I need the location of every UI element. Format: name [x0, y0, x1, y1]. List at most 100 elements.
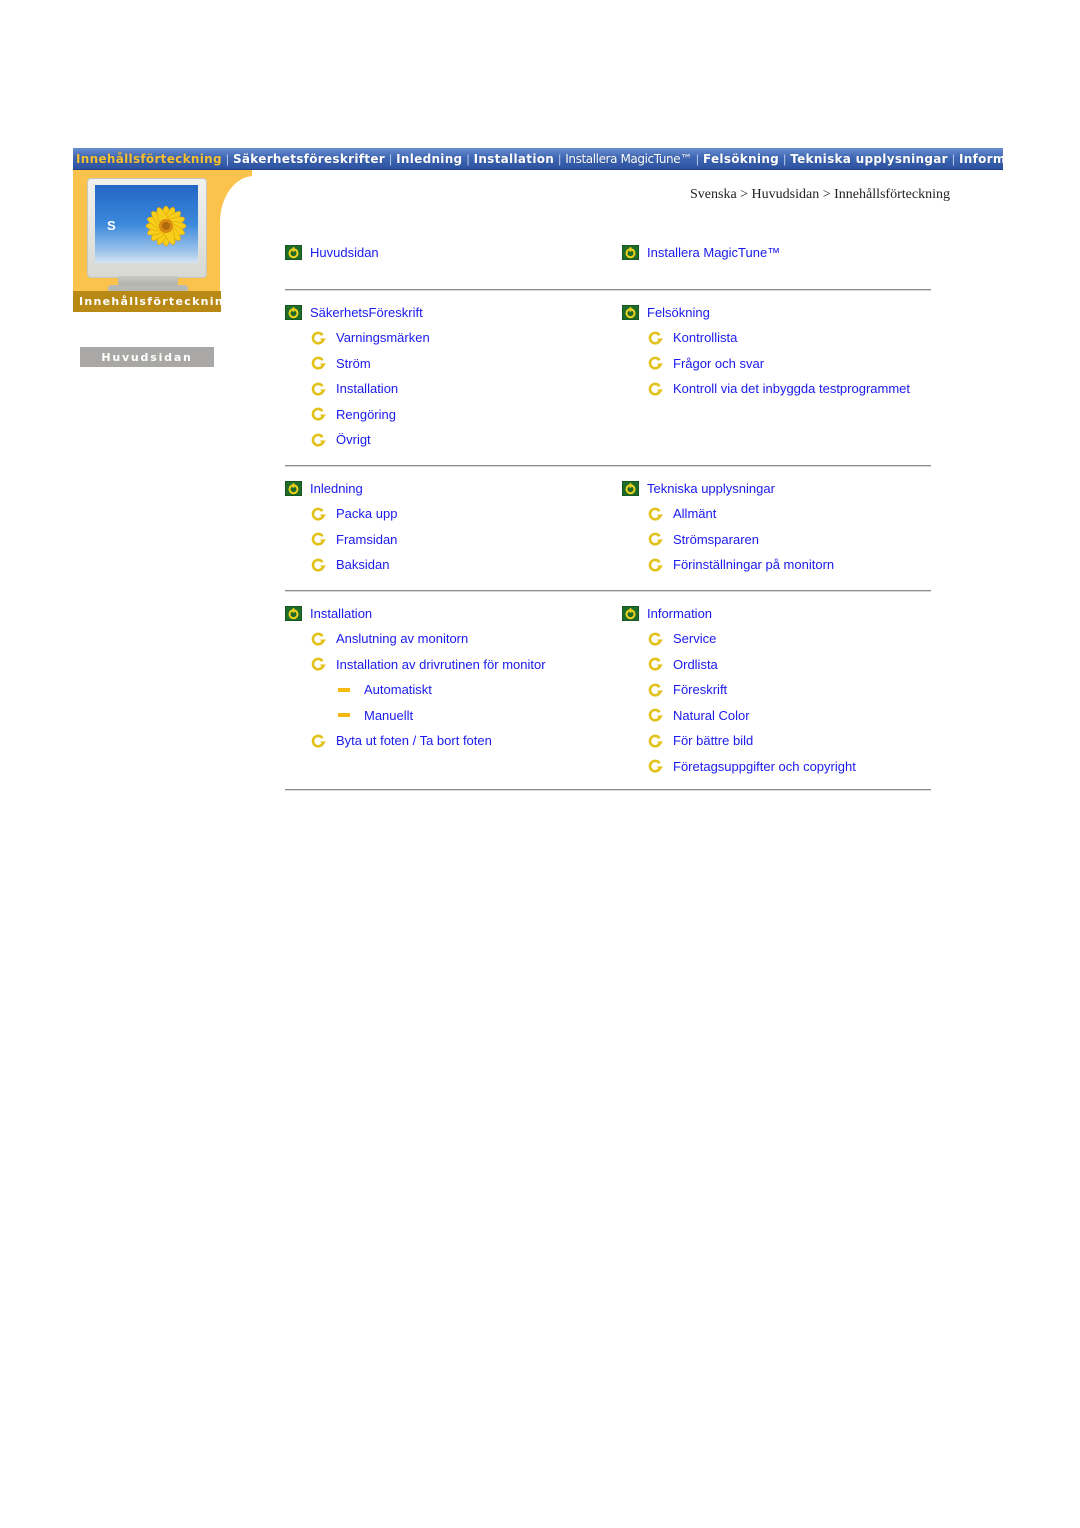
- toc-heading[interactable]: Felsökning: [622, 300, 931, 326]
- toc-item[interactable]: Natural Color: [622, 703, 931, 729]
- toc-item[interactable]: Framsidan: [285, 527, 622, 553]
- nav-tab-sakerhetsforeskrifter[interactable]: Säkerhetsföreskrifter: [230, 152, 388, 166]
- toc-link-battre-bild[interactable]: För bättre bild: [673, 733, 753, 748]
- toc-item[interactable]: Byta ut foten / Ta bort foten: [285, 728, 622, 754]
- circular-arrow-icon: [311, 657, 326, 671]
- power-bullet-icon: [285, 245, 302, 261]
- toc-column-left: Inledning Packa upp Framsidan Baksidan: [285, 476, 622, 578]
- nav-tab-innehallsforteckning[interactable]: Innehållsförteckning: [73, 152, 225, 166]
- toc-item[interactable]: Frågor och svar: [622, 351, 931, 377]
- nav-tab-information[interactable]: Information: [956, 152, 1003, 166]
- nav-tab-tekniska-upplysningar[interactable]: Tekniska upplysningar: [787, 152, 951, 166]
- toc-column-left: Huvudsidan: [285, 240, 622, 266]
- toc-link-natural-color[interactable]: Natural Color: [673, 708, 750, 723]
- sunflower-icon: [145, 205, 187, 247]
- toc-link-byta-foten[interactable]: Byta ut foten / Ta bort foten: [336, 733, 492, 748]
- toc-section: Inledning Packa upp Framsidan Baksidan T…: [285, 476, 931, 578]
- toc-link-baksidan[interactable]: Baksidan: [336, 557, 389, 572]
- toc-item[interactable]: Strömspararen: [622, 527, 931, 553]
- toc-item[interactable]: Övrigt: [285, 427, 622, 453]
- toc-column-left: SäkerhetsFöreskrift Varningsmärken Ström…: [285, 300, 622, 453]
- toc-link-stromspararen[interactable]: Strömspararen: [673, 532, 759, 547]
- circular-arrow-icon: [648, 507, 663, 521]
- toc-link-rengoring[interactable]: Rengöring: [336, 407, 396, 422]
- toc-item[interactable]: Kontrollista: [622, 325, 931, 351]
- toc-heading[interactable]: Installation: [285, 601, 622, 627]
- power-bullet-icon: [622, 605, 639, 621]
- toc-link-ordlista[interactable]: Ordlista: [673, 657, 718, 672]
- toc-link-framsidan[interactable]: Framsidan: [336, 532, 397, 547]
- toc-item[interactable]: Föreskrift: [622, 677, 931, 703]
- circular-arrow-icon: [311, 632, 326, 646]
- toc-heading[interactable]: Inledning: [285, 476, 622, 502]
- toc-item[interactable]: Förinställningar på monitorn: [622, 552, 931, 578]
- toc-subitem[interactable]: Manuellt: [285, 703, 622, 729]
- toc-subitem[interactable]: Automatiskt: [285, 677, 622, 703]
- toc-column-right: Tekniska upplysningar Allmänt Strömspara…: [622, 476, 931, 578]
- toc-link-manuellt[interactable]: Manuellt: [364, 708, 413, 723]
- toc-item[interactable]: Installation: [285, 376, 622, 402]
- circular-arrow-icon: [311, 356, 326, 370]
- toc-link-huvudsidan[interactable]: Huvudsidan: [310, 245, 379, 260]
- toc-link-allmant[interactable]: Allmänt: [673, 506, 716, 521]
- toc-link-felsokning[interactable]: Felsökning: [647, 305, 710, 320]
- toc-section: Huvudsidan Installera MagicTune™: [285, 240, 931, 266]
- nav-tab-installera-magictune[interactable]: Installera MagicTune™: [562, 152, 695, 166]
- dash-bullet-icon: [338, 713, 350, 718]
- toc-heading[interactable]: Tekniska upplysningar: [622, 476, 931, 502]
- toc-link-service[interactable]: Service: [673, 631, 716, 646]
- circular-arrow-icon: [648, 382, 663, 396]
- nav-tab-felsokning[interactable]: Felsökning: [700, 152, 782, 166]
- toc-link-installation[interactable]: Installation: [310, 606, 372, 621]
- circular-arrow-icon: [311, 331, 326, 345]
- toc-link-foretagsuppgifter[interactable]: Företagsuppgifter och copyright: [673, 759, 856, 774]
- toc-link-installation-safety[interactable]: Installation: [336, 381, 398, 396]
- toc-item[interactable]: Service: [622, 626, 931, 652]
- circular-arrow-icon: [648, 759, 663, 773]
- toc-item[interactable]: Anslutning av monitorn: [285, 626, 622, 652]
- toc-heading[interactable]: Information: [622, 601, 931, 627]
- toc-heading[interactable]: Huvudsidan: [285, 240, 622, 266]
- toc-link-information[interactable]: Information: [647, 606, 712, 621]
- nav-tab-installation[interactable]: Installation: [471, 152, 558, 166]
- toc-link-installera-magictune[interactable]: Installera MagicTune™: [647, 245, 780, 260]
- toc-link-foreskrift[interactable]: Föreskrift: [673, 682, 727, 697]
- toc-link-tekniska-upplysningar[interactable]: Tekniska upplysningar: [647, 481, 775, 496]
- toc-link-automatiskt[interactable]: Automatiskt: [364, 682, 432, 697]
- toc-link-inledning[interactable]: Inledning: [310, 481, 363, 496]
- toc-link-fragor-och-svar[interactable]: Frågor och svar: [673, 356, 764, 371]
- toc-item[interactable]: Kontroll via det inbyggda testprogrammet: [622, 376, 931, 402]
- nav-tab-inledning[interactable]: Inledning: [393, 152, 465, 166]
- toc-item[interactable]: Baksidan: [285, 552, 622, 578]
- circular-arrow-icon: [311, 433, 326, 447]
- home-button[interactable]: Huvudsidan: [80, 347, 214, 367]
- toc-item[interactable]: Varningsmärken: [285, 325, 622, 351]
- toc-item[interactable]: För bättre bild: [622, 728, 931, 754]
- toc-item[interactable]: Installation av drivrutinen för monitor: [285, 652, 622, 678]
- toc-item[interactable]: Ordlista: [622, 652, 931, 678]
- power-bullet-icon: [285, 605, 302, 621]
- toc-link-anslutning[interactable]: Anslutning av monitorn: [336, 631, 468, 646]
- circular-arrow-icon: [311, 407, 326, 421]
- toc-link-packa-upp[interactable]: Packa upp: [336, 506, 397, 521]
- toc-link-strom[interactable]: Ström: [336, 356, 371, 371]
- toc-heading[interactable]: SäkerhetsFöreskrift: [285, 300, 622, 326]
- toc-link-sakerhetsforeskrift[interactable]: SäkerhetsFöreskrift: [310, 305, 423, 320]
- circular-arrow-icon: [648, 558, 663, 572]
- toc-link-kontroll-testprogram[interactable]: Kontroll via det inbyggda testprogrammet: [673, 381, 910, 396]
- toc-item[interactable]: Packa upp: [285, 501, 622, 527]
- toc-link-drivrutin[interactable]: Installation av drivrutinen för monitor: [336, 657, 546, 672]
- power-bullet-icon: [622, 245, 639, 261]
- toc-link-forinstallningar[interactable]: Förinställningar på monitorn: [673, 557, 834, 572]
- toc-item[interactable]: Allmänt: [622, 501, 931, 527]
- toc-link-ovrigt[interactable]: Övrigt: [336, 432, 371, 447]
- toc-column-right: Felsökning Kontrollista Frågor och svar …: [622, 300, 931, 453]
- circular-arrow-icon: [648, 331, 663, 345]
- toc-item[interactable]: Ström: [285, 351, 622, 377]
- toc-link-kontrollista[interactable]: Kontrollista: [673, 330, 737, 345]
- toc-link-varningsmarken[interactable]: Varningsmärken: [336, 330, 430, 345]
- toc-item[interactable]: Företagsuppgifter och copyright: [622, 754, 931, 780]
- circular-arrow-icon: [311, 734, 326, 748]
- toc-heading[interactable]: Installera MagicTune™: [622, 240, 931, 266]
- toc-item[interactable]: Rengöring: [285, 402, 622, 428]
